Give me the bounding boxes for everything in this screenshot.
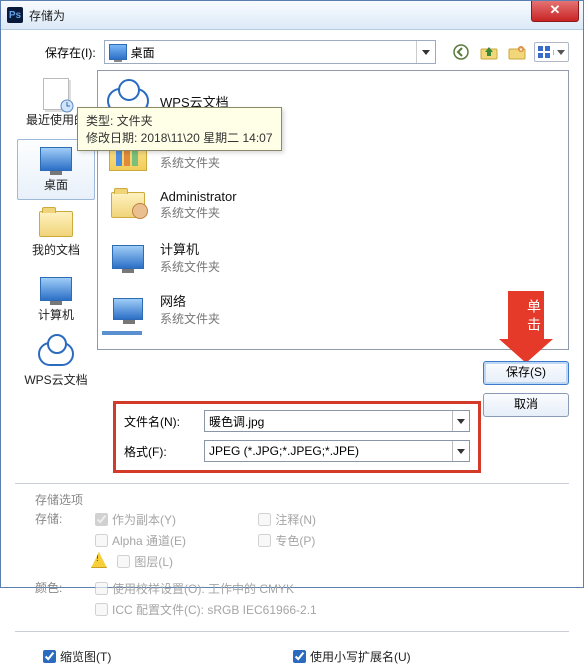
notes-label: 注释(N) [275, 511, 316, 528]
filename-value: 暖色调.jpg [209, 413, 264, 430]
tooltip-date: 修改日期: 2018\11\20 星期二 14:07 [86, 129, 273, 146]
user-folder-icon [111, 192, 145, 218]
lowercase-ext-checkbox[interactable] [293, 650, 306, 663]
layers-label: 图层(L) [134, 553, 173, 570]
svg-text:★: ★ [519, 47, 524, 53]
up-folder-icon[interactable] [478, 42, 500, 62]
item-type: 系统文件夹 [160, 258, 220, 275]
close-button[interactable]: ✕ [531, 1, 579, 22]
spot-label: 专色(P) [275, 532, 315, 549]
proof-checkbox [95, 582, 108, 595]
callout-arrow: 单击 [499, 291, 553, 371]
computer-icon [112, 245, 144, 269]
view-dropdown-arrow[interactable] [553, 50, 568, 55]
item-name: 网络 [160, 291, 220, 310]
format-label: 格式(F): [124, 443, 196, 460]
list-item[interactable]: 网络 系统文件夹 [104, 283, 562, 335]
alpha-label: Alpha 通道(E) [112, 532, 186, 549]
place-computer-label: 计算机 [18, 306, 94, 323]
divider [15, 631, 569, 633]
lowercase-ext-label: 使用小写扩展名(U) [310, 648, 411, 665]
cancel-button[interactable]: 取消 [483, 393, 569, 417]
color-label: 颜色: [35, 579, 91, 596]
filename-input[interactable]: 暖色调.jpg [204, 410, 470, 432]
back-icon[interactable] [450, 42, 472, 62]
place-desktop-label: 桌面 [18, 176, 94, 193]
alpha-checkbox [95, 534, 108, 547]
icc-label: ICC 配置文件(C): sRGB IEC61966-2.1 [112, 601, 317, 618]
save-in-label: 保存在(I): [45, 44, 96, 61]
place-mydocs-label: 我的文档 [18, 241, 94, 258]
save-options: 存储选项 存储: 作为副本(Y) 注释(N) Alpha 通道(E) 专色(P)… [15, 491, 569, 621]
filename-label: 文件名(N): [124, 413, 196, 430]
store-label: 存储: [35, 510, 91, 527]
as-copy-checkbox [95, 513, 108, 526]
thumbnail-checkbox[interactable] [43, 650, 56, 663]
location-value: 桌面 [131, 44, 155, 61]
place-wpscloud-label: WPS云文档 [18, 371, 94, 388]
view-menu[interactable] [534, 42, 569, 62]
layers-checkbox [117, 555, 130, 568]
item-type: 系统文件夹 [160, 310, 220, 327]
new-folder-icon[interactable]: ★ [506, 42, 528, 62]
filename-format-highlight: 文件名(N): 暖色调.jpg 格式(F): JPEG (*.JPG;*.JPE… [113, 401, 481, 473]
item-type: 系统文件夹 [160, 204, 237, 221]
thumbnail-label: 缩览图(T) [60, 648, 111, 665]
filename-dropdown-arrow[interactable] [452, 411, 469, 431]
place-computer[interactable]: 计算机 [17, 269, 95, 330]
place-mydocs[interactable]: 我的文档 [17, 204, 95, 265]
list-item[interactable]: Administrator 系统文件夹 [104, 179, 562, 231]
as-copy-label: 作为副本(Y) [112, 511, 176, 528]
item-name: Administrator [160, 189, 237, 204]
app-icon: Ps [7, 7, 23, 23]
divider [15, 483, 569, 485]
titlebar: Ps 存储为 ✕ [1, 1, 583, 30]
view-icon [535, 46, 553, 58]
desktop-icon [109, 44, 127, 60]
format-dropdown-arrow[interactable] [452, 441, 469, 461]
location-dropdown-arrow[interactable] [416, 41, 435, 63]
notes-checkbox [258, 513, 271, 526]
network-icon [113, 298, 143, 320]
spot-checkbox [258, 534, 271, 547]
list-item[interactable]: 计算机 系统文件夹 [104, 231, 562, 283]
format-value: JPEG (*.JPG;*.JPEG;*.JPE) [209, 444, 359, 458]
warning-icon [91, 552, 107, 568]
icc-checkbox [95, 603, 108, 616]
place-wpscloud[interactable]: WPS云文档 [17, 334, 95, 395]
tooltip-type: 类型: 文件夹 [86, 112, 273, 129]
item-name: 计算机 [160, 239, 220, 258]
location-select[interactable]: 桌面 [104, 40, 436, 64]
callout-text: 单击 [508, 291, 544, 339]
window-title: 存储为 [29, 7, 65, 24]
item-type: 系统文件夹 [160, 154, 220, 171]
proof-label: 使用校样设置(O): 工作中的 CMYK [112, 580, 294, 597]
save-button[interactable]: 保存(S) [483, 361, 569, 385]
options-section-label: 存储选项 [35, 491, 91, 508]
tooltip: 类型: 文件夹 修改日期: 2018\11\20 星期二 14:07 [77, 107, 282, 151]
format-select[interactable]: JPEG (*.JPG;*.JPEG;*.JPE) [204, 440, 470, 462]
